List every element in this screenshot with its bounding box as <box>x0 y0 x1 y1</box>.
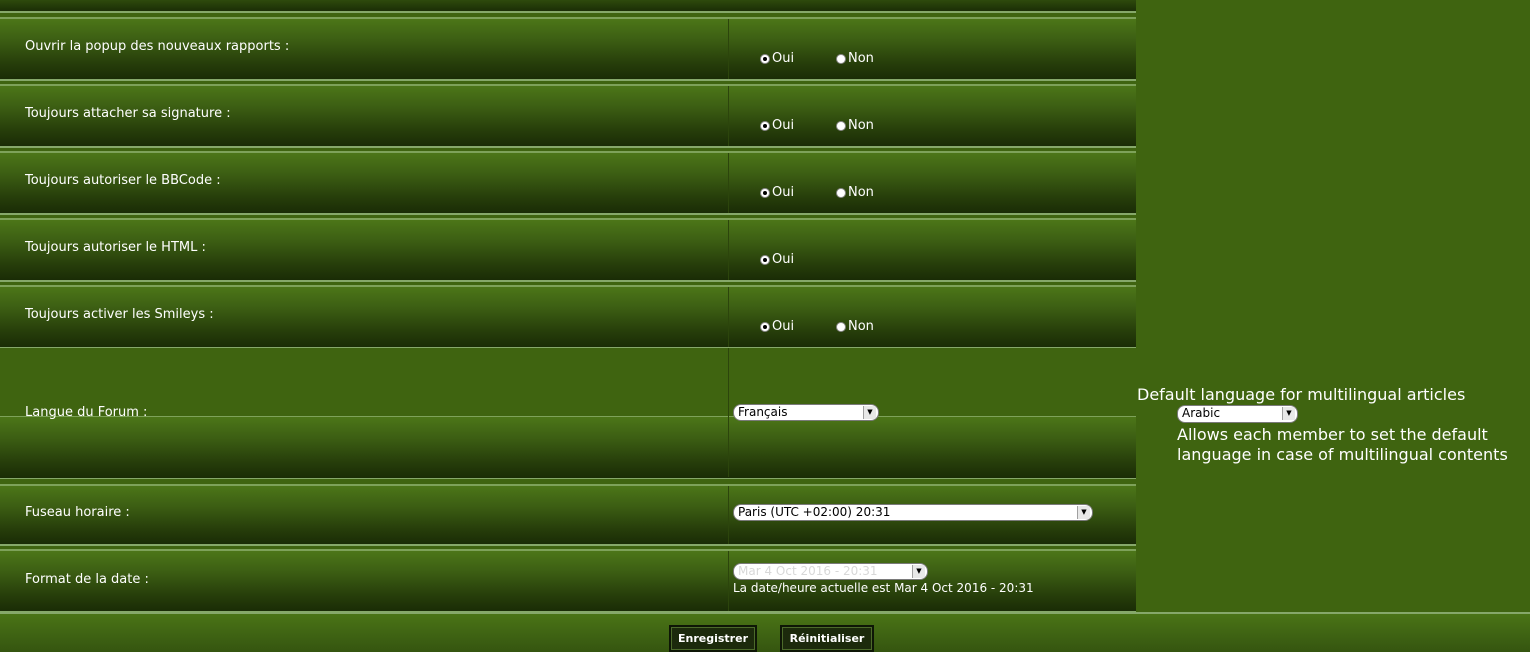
html-label: Toujours autoriser le HTML : <box>25 240 206 255</box>
smileys-yes-option[interactable]: Oui <box>760 319 794 334</box>
column-divider <box>728 348 729 477</box>
settings-panel: Ouvrir la popup des nouveaux rapports : … <box>0 0 1136 650</box>
language-select-value: Français <box>738 405 788 419</box>
language-row-lower <box>0 416 1136 478</box>
bbcode-yes-option[interactable]: Oui <box>760 185 794 200</box>
multilingual-language-select[interactable]: Arabic ▼ <box>1177 405 1298 423</box>
smileys-yes-label: Oui <box>772 319 795 334</box>
multilingual-select-value: Arabic <box>1182 406 1221 420</box>
top-strip <box>0 0 1136 13</box>
signature-label: Toujours attacher sa signature : <box>25 106 231 121</box>
column-divider <box>728 486 729 544</box>
setting-row-popup-reports: Ouvrir la popup des nouveaux rapports : … <box>0 17 1136 81</box>
form-footer: Enregistrer Réinitialiser <box>0 612 1530 652</box>
setting-row-language: Langue du Forum : Français ▼ <box>0 348 1136 479</box>
popup-reports-no-label: Non <box>848 51 874 66</box>
bbcode-yes-radio[interactable] <box>760 187 770 198</box>
bbcode-no-label: Non <box>848 185 874 200</box>
chevron-down-icon: ▼ <box>912 565 925 578</box>
timezone-label: Fuseau horaire : <box>25 505 130 520</box>
column-divider <box>728 86 729 146</box>
signature-yes-label: Oui <box>772 118 795 133</box>
popup-reports-yes-radio[interactable] <box>760 53 770 64</box>
popup-reports-no-radio[interactable] <box>836 53 846 64</box>
signature-yes-option[interactable]: Oui <box>760 118 794 133</box>
multilingual-title: Default language for multilingual articl… <box>1137 385 1466 404</box>
smileys-yes-radio[interactable] <box>760 321 770 332</box>
bbcode-yes-label: Oui <box>772 185 795 200</box>
signature-yes-radio[interactable] <box>760 120 770 131</box>
smileys-no-option[interactable]: Non <box>836 319 874 334</box>
signature-no-option[interactable]: Non <box>836 118 874 133</box>
setting-row-signature: Toujours attacher sa signature : Oui Non <box>0 84 1136 148</box>
column-divider <box>728 153 729 213</box>
setting-row-smileys: Toujours activer les Smileys : Oui Non <box>0 285 1136 349</box>
smileys-no-label: Non <box>848 319 874 334</box>
language-label: Langue du Forum : <box>25 405 148 420</box>
timezone-select-value: Paris (UTC +02:00) 20:31 <box>738 505 891 519</box>
html-yes-option[interactable]: Oui <box>760 252 794 267</box>
date-format-label: Format de la date : <box>25 572 149 587</box>
html-yes-radio[interactable] <box>760 254 770 265</box>
date-format-select[interactable]: Mar 4 Oct 2016 - 20:31 ▼ <box>733 563 928 580</box>
date-format-select-value: Mar 4 Oct 2016 - 20:31 <box>738 564 878 578</box>
popup-reports-label: Ouvrir la popup des nouveaux rapports : <box>25 39 290 54</box>
smileys-no-radio[interactable] <box>836 321 846 332</box>
bbcode-no-option[interactable]: Non <box>836 185 874 200</box>
html-yes-label: Oui <box>772 252 795 267</box>
smileys-label: Toujours activer les Smileys : <box>25 307 214 322</box>
column-divider <box>728 551 729 611</box>
current-date-note: La date/heure actuelle est Mar 4 Oct 201… <box>733 581 1034 595</box>
setting-row-html: Toujours autoriser le HTML : Oui <box>0 218 1136 282</box>
bbcode-label: Toujours autoriser le BBCode : <box>25 173 221 188</box>
reset-button[interactable]: Réinitialiser <box>780 625 874 652</box>
multilingual-description: Allows each member to set the default la… <box>1177 425 1508 464</box>
language-select[interactable]: Français ▼ <box>733 404 879 421</box>
column-divider <box>728 19 729 79</box>
signature-no-radio[interactable] <box>836 120 846 131</box>
save-button[interactable]: Enregistrer <box>669 625 757 652</box>
popup-reports-yes-label: Oui <box>772 51 795 66</box>
setting-row-bbcode: Toujours autoriser le BBCode : Oui Non <box>0 151 1136 215</box>
chevron-down-icon: ▼ <box>1282 407 1295 420</box>
chevron-down-icon: ▼ <box>1077 506 1090 519</box>
setting-row-timezone: Fuseau horaire : Paris (UTC +02:00) 20:3… <box>0 484 1136 546</box>
popup-reports-yes-option[interactable]: Oui <box>760 51 794 66</box>
bbcode-no-radio[interactable] <box>836 187 846 198</box>
column-divider <box>728 287 729 347</box>
timezone-select[interactable]: Paris (UTC +02:00) 20:31 ▼ <box>733 504 1093 521</box>
column-divider <box>728 220 729 280</box>
chevron-down-icon: ▼ <box>863 406 876 419</box>
signature-no-label: Non <box>848 118 874 133</box>
popup-reports-no-option[interactable]: Non <box>836 51 874 66</box>
